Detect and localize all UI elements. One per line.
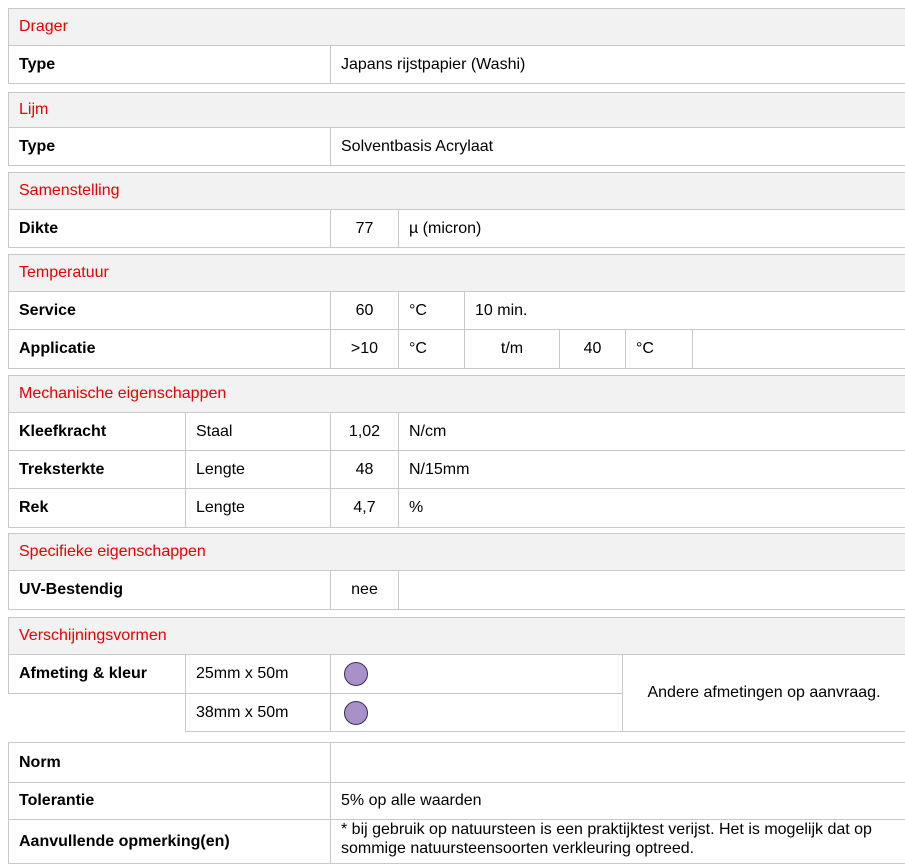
kleefkracht-label: Kleefkracht <box>8 412 186 451</box>
tolerantie-value: 5% op alle waarden <box>330 782 905 820</box>
applicatie-label: Applicatie <box>8 329 331 369</box>
section-header-samenstelling: Samenstelling <box>8 172 905 210</box>
section-header-lijm: Lijm <box>8 92 905 128</box>
tolerantie-label: Tolerantie <box>8 782 331 820</box>
rek-value: 4,7 <box>330 488 399 528</box>
rek-label: Rek <box>8 488 186 528</box>
color-cell-2 <box>330 693 623 732</box>
drager-type-value: Japans rijstpapier (Washi) <box>330 45 905 84</box>
uv-label: UV-Bestendig <box>8 570 331 610</box>
rek-unit: % <box>398 488 905 528</box>
applicatie-min-unit: °C <box>398 329 465 369</box>
section-header-temperatuur: Temperatuur <box>8 254 905 292</box>
dikte-label: Dikte <box>8 209 331 248</box>
norm-value <box>330 742 905 783</box>
section-header-mechanisch: Mechanische eigenschappen <box>8 375 905 413</box>
size-1: 25mm x 50m <box>185 654 331 694</box>
opmerking-label: Aanvullende opmerking(en) <box>8 819 331 864</box>
uv-value: nee <box>330 570 399 610</box>
norm-label: Norm <box>8 742 331 783</box>
uv-empty <box>398 570 905 610</box>
section-header-verschijning: Verschijningsvormen <box>8 617 905 655</box>
drager-type-label: Type <box>8 45 331 84</box>
applicatie-min: >10 <box>330 329 399 369</box>
applicatie-tm: t/m <box>464 329 560 369</box>
treksterkte-label: Treksterkte <box>8 450 186 489</box>
kleefkracht-value: 1,02 <box>330 412 399 451</box>
size-2: 38mm x 50m <box>185 693 331 732</box>
treksterkte-sub: Lengte <box>185 450 331 489</box>
treksterkte-unit: N/15mm <box>398 450 905 489</box>
color-swatch <box>344 700 368 725</box>
section-header-specifiek: Specifieke eigenschappen <box>8 533 905 571</box>
kleefkracht-unit: N/cm <box>398 412 905 451</box>
dikte-unit: µ (micron) <box>398 209 905 248</box>
afmeting-label: Afmeting & kleur <box>8 654 186 694</box>
color-swatch <box>344 662 368 686</box>
lijm-type-label: Type <box>8 127 331 166</box>
service-unit: °C <box>398 291 465 330</box>
section-header-drager: Drager <box>8 8 905 46</box>
service-value: 60 <box>330 291 399 330</box>
afmeting-note: Andere afmetingen op aanvraag. <box>622 654 905 732</box>
applicatie-max: 40 <box>559 329 626 369</box>
color-cell-1 <box>330 654 623 694</box>
applicatie-max-unit: °C <box>625 329 693 369</box>
service-time: 10 min. <box>464 291 905 330</box>
kleefkracht-sub: Staal <box>185 412 331 451</box>
service-label: Service <box>8 291 331 330</box>
dikte-value: 77 <box>330 209 399 248</box>
lijm-type-value: Solventbasis Acrylaat <box>330 127 905 166</box>
treksterkte-value: 48 <box>330 450 399 489</box>
opmerking-value: * bij gebruik op natuursteen is een prak… <box>330 819 905 864</box>
applicatie-empty <box>692 329 905 369</box>
rek-sub: Lengte <box>185 488 331 528</box>
